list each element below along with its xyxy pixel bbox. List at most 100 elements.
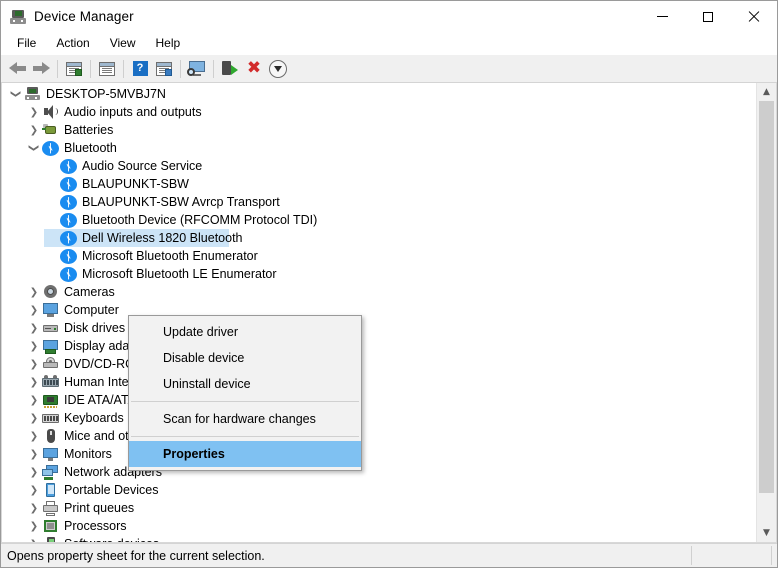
help-icon: ?: [132, 61, 148, 76]
toolbar-separator-5: [213, 59, 214, 78]
chevron-right-icon[interactable]: ❯: [26, 427, 42, 445]
ide-controller-icon: [42, 392, 59, 408]
tree-item-label: Print queues: [64, 501, 135, 515]
tree-item[interactable]: ❯ᛀMicrosoft Bluetooth Enumerator: [2, 247, 756, 265]
tree-item[interactable]: ❯ Software devices: [2, 535, 756, 542]
chevron-right-icon[interactable]: ❯: [26, 517, 42, 535]
update-driver-button[interactable]: [152, 57, 176, 81]
context-menu-item-update-driver[interactable]: Update driver: [129, 319, 361, 345]
tree-item[interactable]: ❯ DVD/CD-ROM drives: [2, 355, 756, 373]
tree-item-label: Bluetooth: [64, 141, 117, 155]
tree-item[interactable]: ❯ Print queues: [2, 499, 756, 517]
enable-device-button[interactable]: [218, 57, 242, 81]
tree-item[interactable]: ❯ Portable Devices: [2, 481, 756, 499]
chevron-right-icon[interactable]: ❯: [26, 319, 42, 337]
tree-item[interactable]: ❯Mice and other pointing devices: [2, 427, 756, 445]
context-menu[interactable]: Update driver Disable device Uninstall dev…: [128, 315, 362, 471]
chevron-right-icon[interactable]: ❯: [26, 355, 42, 373]
chevron-right-icon[interactable]: ❯: [26, 409, 42, 427]
tree-item[interactable]: ❯ DESKTOP-5MVBJ7N: [2, 85, 756, 103]
context-menu-separator: [131, 436, 359, 437]
tree-item[interactable]: ❯ Network adapters: [2, 463, 756, 481]
tree-item[interactable]: ❯ Processors: [2, 517, 756, 535]
context-menu-item-uninstall-device[interactable]: Uninstall device: [129, 371, 361, 397]
tree-item[interactable]: ❯ᛀBLAUPUNKT-SBW: [2, 175, 756, 193]
tree-item[interactable]: ❯ Monitors: [2, 445, 756, 463]
status-bar-text: Opens property sheet for the current sel…: [7, 548, 265, 563]
display-adapter-icon: [42, 338, 59, 354]
tree-item[interactable]: ❯Human Interface Devices: [2, 373, 756, 391]
chevron-right-icon[interactable]: ❯: [26, 337, 42, 355]
device-tree[interactable]: ❯ DESKTOP-5MVBJ7N ❯ Audio inputs and output…: [2, 83, 756, 542]
show-hide-console-tree-button[interactable]: [62, 57, 86, 81]
scrollbar-thumb[interactable]: [759, 101, 774, 493]
camera-icon: [42, 284, 59, 300]
computer-monitor-icon: [42, 302, 59, 318]
chevron-right-icon[interactable]: ❯: [26, 391, 42, 409]
tree-item[interactable]: ❯ Display adapters: [2, 337, 756, 355]
download-driver-button[interactable]: [266, 57, 290, 81]
chevron-right-icon[interactable]: ❯: [26, 499, 42, 517]
bluetooth-icon: ᛀ: [42, 140, 59, 156]
tree-item[interactable]: ❯ ᛀ Bluetooth: [2, 139, 756, 157]
chevron-right-icon[interactable]: ❯: [26, 535, 42, 543]
chevron-right-icon[interactable]: ❯: [26, 463, 42, 481]
properties-button[interactable]: [95, 57, 119, 81]
tree-item[interactable]: ❯ Audio inputs and outputs: [2, 103, 756, 121]
uninstall-device-button[interactable]: ✖: [242, 57, 266, 81]
bluetooth-icon: ᛀ: [60, 266, 77, 282]
maximize-button[interactable]: [685, 1, 731, 32]
scan-hardware-changes-button[interactable]: [185, 57, 209, 81]
context-menu-item-scan-for-hardware-changes[interactable]: Scan for hardware changes: [129, 406, 361, 432]
scroll-up-arrow[interactable]: ▲: [757, 83, 776, 101]
update-driver-icon: [156, 61, 172, 76]
forward-button[interactable]: [29, 57, 53, 81]
chevron-down-icon[interactable]: ❯: [25, 140, 43, 156]
tree-item-label: Batteries: [64, 123, 114, 137]
chevron-right-icon[interactable]: ❯: [26, 373, 42, 391]
chevron-right-icon[interactable]: ❯: [26, 103, 42, 121]
chevron-right-icon[interactable]: ❯: [26, 283, 42, 301]
chevron-right-icon[interactable]: ❯: [26, 121, 42, 139]
tree-item[interactable]: ❯ᛀDell Wireless 1820 Bluetooth: [2, 229, 756, 247]
tree-item[interactable]: ❯ Keyboards: [2, 409, 756, 427]
tree-item[interactable]: ❯ᛀBluetooth Device (RFCOMM Protocol TDI): [2, 211, 756, 229]
menu-help[interactable]: Help: [146, 33, 191, 54]
scroll-down-arrow[interactable]: ▼: [757, 524, 776, 542]
tree-item[interactable]: ❯ᛀMicrosoft Bluetooth LE Enumerator: [2, 265, 756, 283]
help-button[interactable]: ?: [128, 57, 152, 81]
bluetooth-icon: ᛀ: [60, 212, 77, 228]
tree-item[interactable]: ❯IDE ATA/ATAPI controllers: [2, 391, 756, 409]
tree-item[interactable]: ❯ᛀBLAUPUNKT-SBW Avrcp Transport: [2, 193, 756, 211]
hid-icon: [42, 374, 59, 390]
back-button[interactable]: [5, 57, 29, 81]
bluetooth-icon: ᛀ: [60, 248, 77, 264]
context-menu-item-disable-device[interactable]: Disable device: [129, 345, 361, 371]
vertical-scrollbar[interactable]: ▲ ▼: [756, 83, 776, 542]
tree-item[interactable]: ❯ Computer: [2, 301, 756, 319]
processor-icon: [42, 518, 59, 534]
tree-item-label: Monitors: [64, 447, 112, 461]
close-button[interactable]: [731, 1, 777, 32]
scan-hardware-changes-icon: [187, 61, 206, 76]
context-menu-item-properties[interactable]: Properties: [129, 441, 361, 467]
menu-action[interactable]: Action: [46, 33, 99, 54]
tree-item[interactable]: ❯ᛀAudio Source Service: [2, 157, 756, 175]
bluetooth-icon: ᛀ: [60, 230, 77, 246]
toolbar: ? ✖: [1, 55, 777, 83]
minimize-button[interactable]: [639, 1, 685, 32]
status-divider-1: [691, 546, 692, 565]
chevron-right-icon[interactable]: ❯: [26, 481, 42, 499]
tree-item[interactable]: ❯ Disk drives: [2, 319, 756, 337]
enable-device-icon: [222, 61, 238, 76]
title-bar: Device Manager: [1, 1, 777, 32]
chevron-right-icon[interactable]: ❯: [26, 301, 42, 319]
status-bar: Opens property sheet for the current sel…: [1, 543, 777, 567]
tree-item[interactable]: ❯ Batteries: [2, 121, 756, 139]
tree-item-label: Disk drives: [64, 321, 126, 335]
menu-file[interactable]: File: [7, 33, 46, 54]
tree-item[interactable]: ❯ Cameras: [2, 283, 756, 301]
chevron-right-icon[interactable]: ❯: [26, 445, 42, 463]
menu-view[interactable]: View: [100, 33, 146, 54]
chevron-down-icon[interactable]: ❯: [7, 86, 25, 102]
